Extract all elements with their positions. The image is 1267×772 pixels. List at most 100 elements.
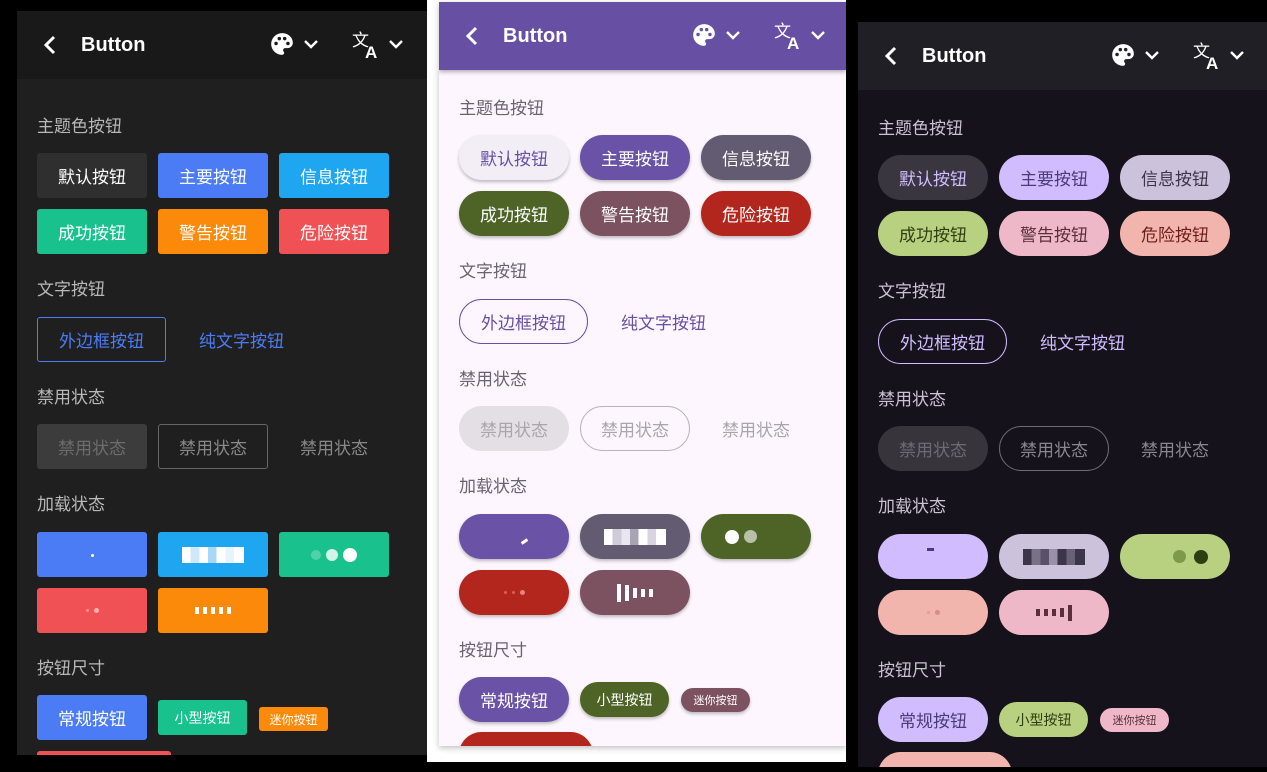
danger-button[interactable]: 危险按钮 xyxy=(279,209,389,254)
primary-button[interactable]: 主要按钮 xyxy=(158,153,268,198)
loading-bars-icon xyxy=(1036,604,1072,621)
chevron-down-icon[interactable] xyxy=(304,37,318,51)
section-title-disabled: 禁用状态 xyxy=(878,390,946,410)
loading-bars-icon xyxy=(1023,548,1085,565)
plain-text-button[interactable]: 纯文字按钮 xyxy=(599,299,728,344)
svg-text:A: A xyxy=(1206,54,1218,70)
chevron-left-icon[interactable] xyxy=(461,24,485,48)
section-title-text: 文字按钮 xyxy=(459,262,527,282)
loading-button-success[interactable] xyxy=(1120,534,1230,579)
section-title-loading: 加载状态 xyxy=(37,495,105,515)
translate-icon[interactable]: 文A xyxy=(1193,40,1223,70)
loading-button-info[interactable] xyxy=(158,532,268,577)
large-size-button[interactable] xyxy=(37,751,171,755)
default-button[interactable]: 默认按钮 xyxy=(459,135,569,180)
chevron-down-icon[interactable] xyxy=(389,37,403,51)
section-title-theme: 主题色按钮 xyxy=(37,117,122,137)
warning-button[interactable]: 警告按钮 xyxy=(999,211,1109,256)
outline-button[interactable]: 外边框按钮 xyxy=(878,319,1007,364)
app-bar: Button 文A xyxy=(439,2,846,70)
outline-button[interactable]: 外边框按钮 xyxy=(459,299,588,344)
small-size-button[interactable]: 小型按钮 xyxy=(999,702,1088,737)
warning-button[interactable]: 警告按钮 xyxy=(580,191,690,236)
loading-button-primary[interactable] xyxy=(459,514,569,559)
default-button[interactable]: 默认按钮 xyxy=(878,155,988,200)
app-bar: Button 文A xyxy=(17,11,427,79)
phone-preview-light-purple: Button 文A 主题色按钮 默认按钮 主要按钮 信息按钮 成功按钮 警告按钮… xyxy=(439,2,846,746)
loading-button-info[interactable] xyxy=(580,514,690,559)
svg-text:A: A xyxy=(365,43,377,59)
plain-text-button[interactable]: 纯文字按钮 xyxy=(1018,319,1147,364)
mini-size-button[interactable]: 迷你按钮 xyxy=(681,688,750,712)
section-title-size: 按钮尺寸 xyxy=(878,661,946,681)
page-title: Button xyxy=(922,45,987,67)
section-title-disabled: 禁用状态 xyxy=(37,388,105,408)
info-button[interactable]: 信息按钮 xyxy=(701,135,811,180)
disabled-text-button: 禁用状态 xyxy=(1141,441,1209,461)
palette-icon[interactable] xyxy=(691,22,717,48)
chevron-down-icon[interactable] xyxy=(811,28,825,42)
success-button[interactable]: 成功按钮 xyxy=(459,191,569,236)
loading-dots-icon xyxy=(725,529,757,544)
plain-text-button[interactable]: 纯文字按钮 xyxy=(177,317,306,362)
loading-dots-icon xyxy=(1172,549,1208,564)
mini-size-button[interactable]: 迷你按钮 xyxy=(1100,708,1169,732)
palette-icon[interactable] xyxy=(1110,42,1136,68)
small-size-button[interactable]: 小型按钮 xyxy=(580,682,669,717)
loading-button-warning[interactable] xyxy=(999,590,1109,635)
normal-size-button[interactable]: 常规按钮 xyxy=(37,695,147,740)
disabled-text-button: 禁用状态 xyxy=(722,421,790,441)
normal-size-button[interactable]: 常规按钮 xyxy=(459,677,569,722)
page-title: Button xyxy=(503,25,568,47)
loading-button-warning[interactable] xyxy=(580,570,690,615)
mini-size-button[interactable]: 迷你按钮 xyxy=(259,707,328,731)
loading-dots-icon xyxy=(503,590,525,595)
primary-button[interactable]: 主要按钮 xyxy=(999,155,1109,200)
disabled-outline-button: 禁用状态 xyxy=(580,406,690,451)
loading-button-info[interactable] xyxy=(999,534,1109,579)
loading-button-primary[interactable] xyxy=(37,532,147,577)
section-title-theme: 主题色按钮 xyxy=(878,119,963,139)
default-button[interactable]: 默认按钮 xyxy=(37,153,147,198)
loading-button-danger[interactable] xyxy=(37,588,147,633)
loading-button-danger[interactable] xyxy=(459,570,569,615)
loading-bars-icon xyxy=(604,528,666,545)
loading-button-success[interactable] xyxy=(279,532,389,577)
warning-button[interactable]: 警告按钮 xyxy=(158,209,268,254)
disabled-filled-button: 禁用状态 xyxy=(878,426,988,471)
chevron-down-icon[interactable] xyxy=(1145,48,1159,62)
outline-button[interactable]: 外边框按钮 xyxy=(37,317,166,362)
chevron-down-icon[interactable] xyxy=(1230,48,1244,62)
section-title-loading: 加载状态 xyxy=(459,477,527,497)
chevron-left-icon[interactable] xyxy=(39,33,63,57)
loading-button-primary[interactable] xyxy=(878,534,988,579)
section-title-size: 按钮尺寸 xyxy=(37,659,105,679)
large-size-button[interactable] xyxy=(878,752,1012,767)
translate-icon[interactable]: 文A xyxy=(352,29,382,59)
success-button[interactable]: 成功按钮 xyxy=(878,211,988,256)
disabled-outline-button: 禁用状态 xyxy=(158,424,268,469)
chevron-down-icon[interactable] xyxy=(726,28,740,42)
phone-preview-dark-blue: Button 文A 主题色按钮 默认按钮 主要按钮 信息按钮 成功按钮 警告按钮… xyxy=(17,11,427,755)
success-button[interactable]: 成功按钮 xyxy=(37,209,147,254)
info-button[interactable]: 信息按钮 xyxy=(1120,155,1230,200)
danger-button[interactable]: 危险按钮 xyxy=(701,191,811,236)
large-size-button[interactable] xyxy=(459,732,593,746)
chevron-left-icon[interactable] xyxy=(880,44,904,68)
disabled-text-button: 禁用状态 xyxy=(300,439,368,459)
disabled-filled-button: 禁用状态 xyxy=(37,424,147,469)
section-title-text: 文字按钮 xyxy=(37,280,105,300)
spinner-icon xyxy=(90,554,94,557)
loading-button-warning[interactable] xyxy=(158,588,268,633)
palette-icon[interactable] xyxy=(269,31,295,57)
primary-button[interactable]: 主要按钮 xyxy=(580,135,690,180)
danger-button[interactable]: 危险按钮 xyxy=(1120,211,1230,256)
info-button[interactable]: 信息按钮 xyxy=(279,153,389,198)
translate-icon[interactable]: 文A xyxy=(774,20,804,50)
loading-button-danger[interactable] xyxy=(878,590,988,635)
small-size-button[interactable]: 小型按钮 xyxy=(158,700,247,735)
normal-size-button[interactable]: 常规按钮 xyxy=(878,697,988,742)
loading-dots-icon xyxy=(311,547,357,562)
section-title-text: 文字按钮 xyxy=(878,282,946,302)
loading-button-success[interactable] xyxy=(701,514,811,559)
